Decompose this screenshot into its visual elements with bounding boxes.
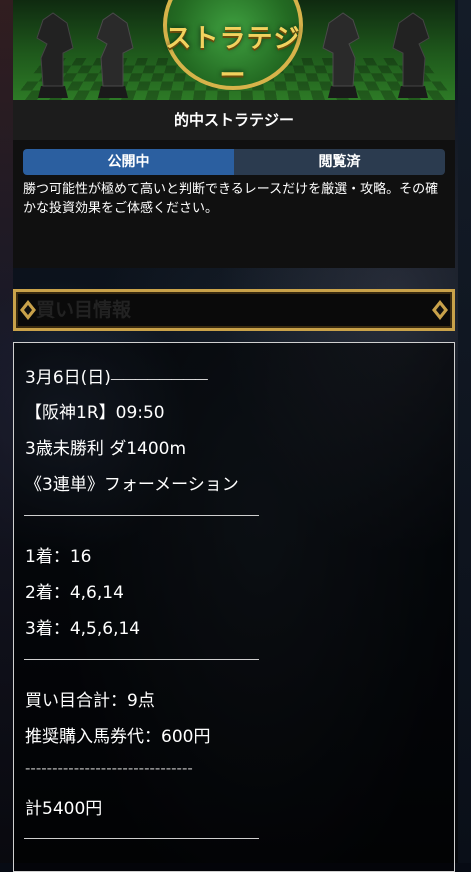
ornament-icon — [432, 300, 448, 320]
strategy-title: 的中ストラテジー — [13, 100, 455, 140]
race-name: 【阪神1R】09:50 — [25, 403, 165, 423]
strategy-banner-image: ストラテジー — [13, 0, 455, 100]
race-date-line: 3月6日(日)―――――――― — [25, 363, 208, 388]
race-date: 3月6日(日) — [25, 368, 111, 388]
tab-viewed[interactable]: 閲覧済 — [234, 149, 445, 175]
strategy-panel: 公開中 閲覧済 勝つ可能性が極めて高いと判断できるレースだけを厳選・攻略。その確… — [13, 140, 455, 268]
left-edge-decoration — [0, 0, 13, 863]
section-title: 買い目情報 — [36, 299, 132, 321]
section-header: 買い目情報 — [13, 289, 455, 331]
tab-public[interactable]: 公開中 — [23, 149, 234, 175]
betting-info-box: 3月6日(日)―――――――― 【阪神1R】09:50 3歳未勝利 ダ1400m… — [13, 342, 455, 872]
total-amount: 計5400円 — [25, 799, 103, 819]
divider — [24, 838, 259, 839]
bet-type: 《3連単》フォーメーション — [25, 475, 239, 495]
first-place-pick: 1着：16 — [25, 547, 92, 567]
chess-knight-icon — [96, 12, 134, 98]
chess-knight-icon — [322, 12, 360, 98]
race-class: 3歳未勝利 ダ1400m — [25, 439, 187, 459]
chess-knight-icon — [392, 12, 430, 98]
second-place-pick: 2着：4,6,14 — [25, 583, 124, 603]
chess-knight-icon — [36, 12, 74, 98]
divider — [24, 515, 259, 516]
strategy-description: 勝つ可能性が極めて高いと判断できるレースだけを厳選・攻略。その確かな投資効果をご… — [23, 182, 439, 216]
right-edge-decoration — [458, 0, 471, 863]
ornament-icon — [20, 300, 36, 320]
date-rule: ―――――――― — [110, 372, 208, 387]
third-place-pick: 3着：4,5,6,14 — [25, 619, 141, 639]
banner-title: ストラテジー — [165, 24, 301, 91]
recommended-amount: 推奨購入馬券代：600円 — [25, 727, 211, 747]
dashed-divider: ------------------------------- — [25, 759, 193, 777]
total-points: 買い目合計：9点 — [25, 691, 155, 711]
status-tabs: 公開中 閲覧済 — [23, 149, 445, 175]
divider — [24, 659, 259, 660]
